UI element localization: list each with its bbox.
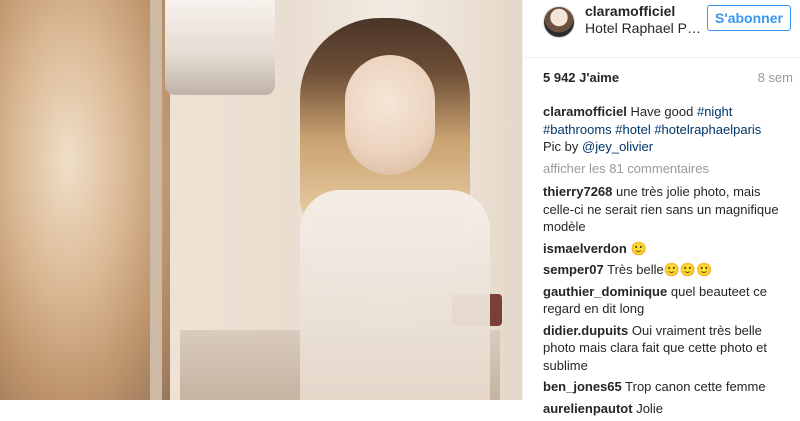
caption-text: Have good [630, 104, 694, 119]
caption-credit: Pic by [543, 139, 579, 154]
hashtag-link[interactable]: #hotelraphaelparis [654, 122, 761, 137]
comment-text: Très belle🙂🙂🙂 [607, 262, 713, 277]
likes-count[interactable]: 5 942 J'aime [543, 70, 619, 85]
woman-nightgown [300, 190, 490, 400]
comment-item: didier.dupuits Oui vraiment très belle p… [543, 322, 793, 375]
header-username[interactable]: claramofficiel [585, 3, 675, 19]
hashtag-link[interactable]: #bathrooms [543, 122, 612, 137]
comment-item: ismaelverdon 🙂 [543, 240, 793, 258]
comment-item: semper07 Très belle🙂🙂🙂 [543, 261, 793, 279]
avatar[interactable] [543, 6, 575, 38]
comment-item: gauthier_dominique quel beauteet ce rega… [543, 283, 793, 318]
follow-button[interactable]: S'abonner [707, 5, 791, 31]
post-header: claramofficiel Hotel Raphael Paris S'abo… [523, 0, 800, 58]
woman-face [345, 55, 435, 175]
comment-text: 🙂 [630, 240, 647, 256]
wall-lamp [165, 0, 275, 95]
credit-mention-link[interactable]: @jey_olivier [582, 139, 653, 154]
comment-username[interactable]: ben_jones65 [543, 379, 622, 394]
header-location[interactable]: Hotel Raphael Paris [585, 20, 703, 36]
post-age[interactable]: 8 sem [758, 70, 793, 85]
mirror-frame [150, 0, 162, 400]
post-sidebar: claramofficiel Hotel Raphael Paris S'abo… [522, 0, 800, 416]
comment-username[interactable]: ismaelverdon [543, 241, 627, 256]
hashtag-link[interactable]: #hotel [615, 122, 650, 137]
comment-username[interactable]: thierry7268 [543, 184, 612, 199]
comment-item: thierry7268 une très jolie photo, mais c… [543, 183, 793, 236]
comments-list: claramofficiel Have good #night #bathroo… [543, 103, 793, 421]
post-photo[interactable] [0, 0, 522, 400]
caption: claramofficiel Have good #night #bathroo… [543, 103, 793, 156]
caption-username[interactable]: claramofficiel [543, 104, 627, 119]
comment-username[interactable]: didier.dupuits [543, 323, 628, 338]
hashtag-link[interactable]: #night [697, 104, 732, 119]
comment-item: aurelienpautot Jolie [543, 400, 793, 418]
comment-text: Trop canon cette femme [625, 379, 766, 394]
comment-username[interactable]: gauthier_dominique [543, 284, 667, 299]
view-all-comments-link[interactable]: afficher les 81 commentaires [543, 160, 793, 178]
comment-item: ben_jones65 Trop canon cette femme [543, 378, 793, 396]
comment-text: Jolie [636, 400, 663, 416]
comment-username[interactable]: aurelienpautot [543, 401, 633, 416]
comment-username[interactable]: semper07 [543, 262, 604, 277]
mirror-reflection [0, 0, 170, 400]
